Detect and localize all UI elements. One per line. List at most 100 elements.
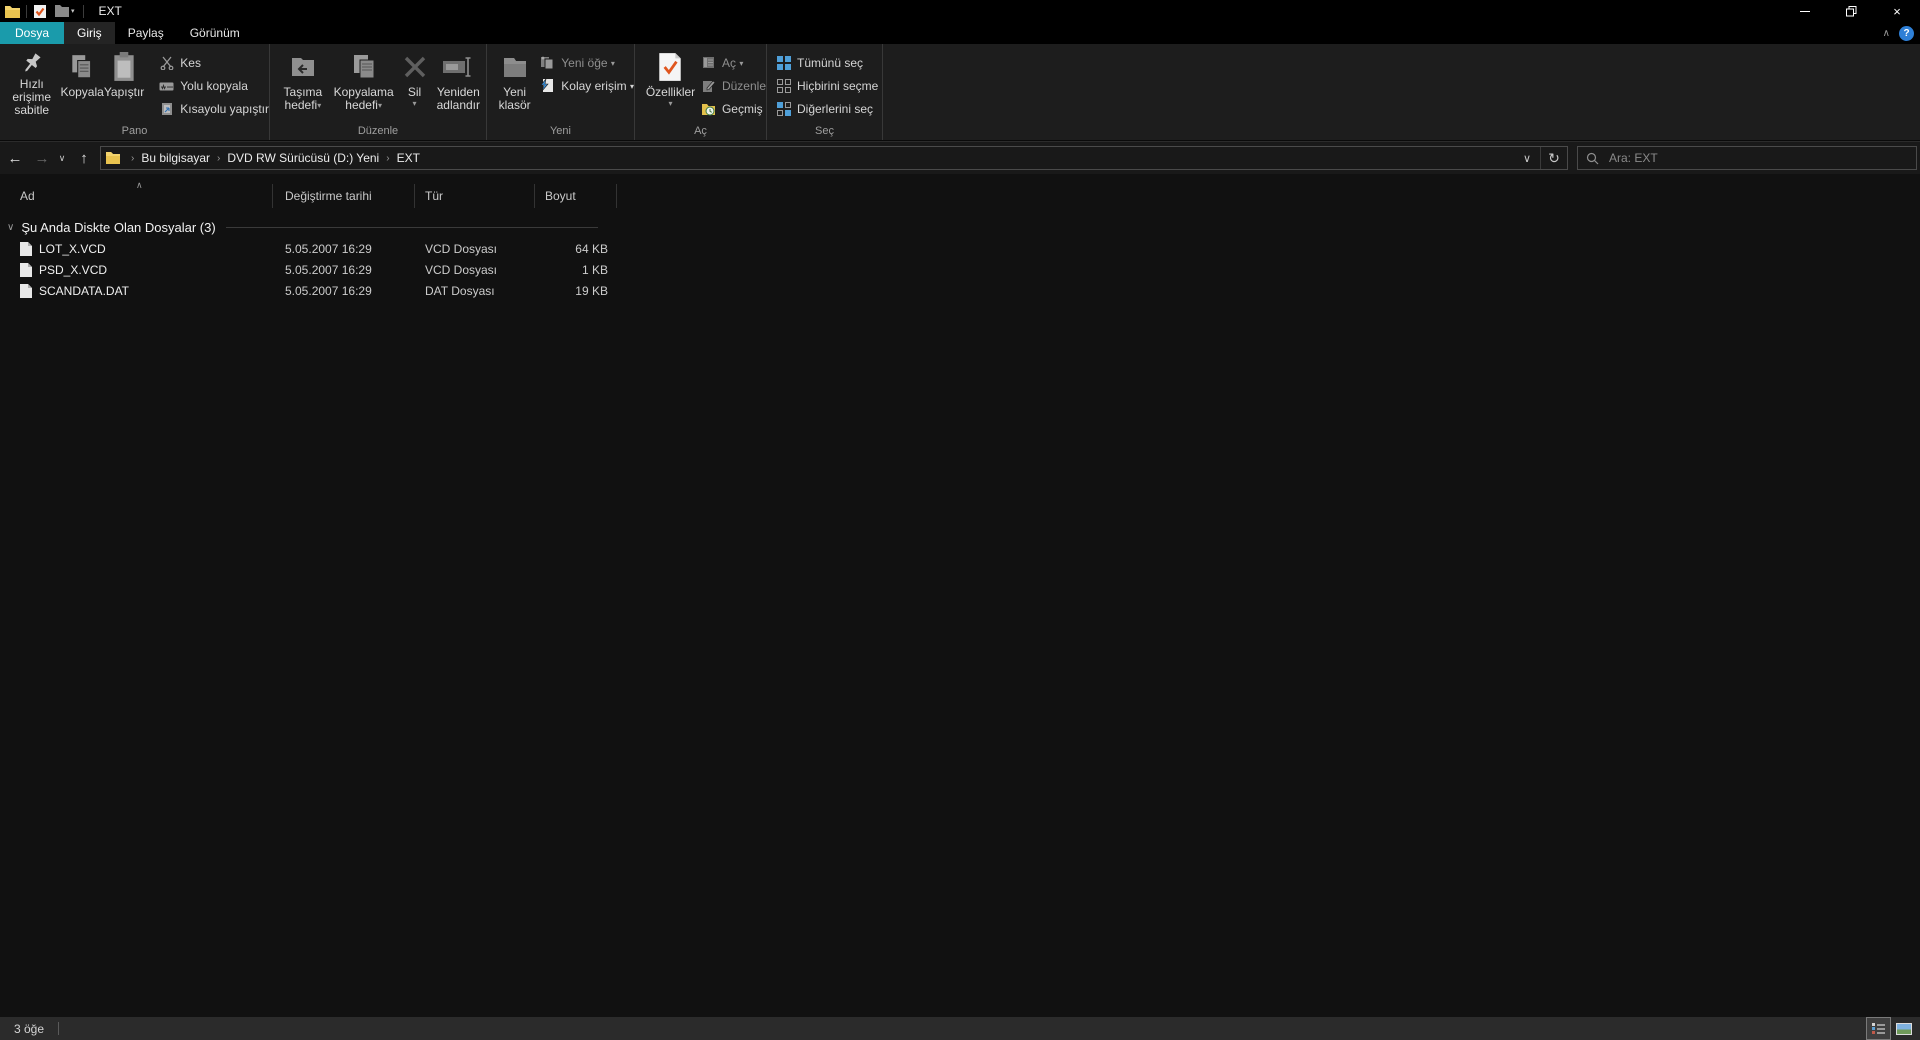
invert-selection-button[interactable]: Diğerlerini seç bbox=[775, 97, 878, 120]
search-input[interactable] bbox=[1609, 151, 1908, 165]
select-none-label: Hiçbirini seçme bbox=[797, 78, 879, 93]
collapse-ribbon-icon[interactable]: ∧ bbox=[1883, 28, 1890, 39]
select-all-label: Tümünü seç bbox=[797, 55, 864, 70]
tab-share[interactable]: Paylaş bbox=[115, 22, 177, 44]
pin-to-quick-access-button[interactable]: Hızlı erişime sabitle bbox=[3, 47, 60, 117]
group-label-clipboard: Pano bbox=[121, 125, 148, 137]
copy-to-caret-icon: ▾ bbox=[377, 101, 382, 111]
history-label: Geçmiş bbox=[721, 101, 763, 116]
paste-shortcut-icon bbox=[158, 102, 175, 116]
select-all-button[interactable]: Tümünü seç bbox=[775, 51, 878, 74]
file-group-header[interactable]: ∨ Şu Anda Diskte Olan Dosyalar (3) bbox=[0, 216, 1920, 238]
delete-icon bbox=[402, 50, 428, 84]
minimize-icon bbox=[1800, 10, 1810, 12]
easy-access-icon bbox=[539, 78, 556, 93]
ribbon-tab-row: Dosya Giriş Paylaş Görünüm ∧ ? bbox=[0, 22, 1920, 44]
new-item-label: Yeni öğe ▾ bbox=[561, 55, 615, 70]
qat-separator-2 bbox=[82, 4, 84, 18]
up-button[interactable]: ↑ bbox=[70, 144, 98, 172]
copy-button[interactable]: Kopyala bbox=[60, 47, 104, 117]
cut-label: Kes bbox=[180, 55, 201, 70]
crumb-separator-icon: › bbox=[217, 152, 221, 164]
pin-label: Hızlı erişime sabitle bbox=[12, 77, 52, 117]
edit-label: Düzenle bbox=[721, 78, 766, 93]
copy-path-icon bbox=[158, 80, 175, 92]
breadcrumb-current-folder[interactable]: EXT bbox=[397, 151, 420, 165]
open-button[interactable]: Aç ▾ bbox=[700, 51, 766, 74]
file-list-area: ∧ Ad Değiştirme tarihi Tür Boyut ∨ Şu An… bbox=[0, 175, 1920, 1017]
status-bar: 3 öğe bbox=[0, 1017, 1920, 1040]
group-label-organize: Düzenle bbox=[357, 125, 399, 137]
move-to-button[interactable]: Taşıma hedefi▾ bbox=[277, 47, 329, 117]
history-button[interactable]: Geçmiş bbox=[700, 97, 766, 120]
address-dropdown-button[interactable]: ∨ bbox=[1514, 147, 1540, 169]
move-to-caret-icon: ▾ bbox=[317, 101, 322, 111]
details-view-button[interactable] bbox=[1866, 1017, 1891, 1040]
properties-caret-icon: ▾ bbox=[668, 99, 673, 108]
file-row[interactable]: SCANDATA.DAT 5.05.2007 16:29 DAT Dosyası… bbox=[0, 280, 1920, 301]
close-button[interactable]: × bbox=[1874, 0, 1920, 22]
qat-customize-caret-icon[interactable]: ▾ bbox=[71, 7, 75, 15]
restore-button[interactable] bbox=[1828, 0, 1874, 22]
file-name: PSD_X.VCD bbox=[39, 262, 108, 277]
group-collapse-icon[interactable]: ∨ bbox=[7, 222, 14, 233]
file-icon bbox=[20, 262, 32, 277]
select-none-button[interactable]: Hiçbirini seçme bbox=[775, 74, 878, 97]
thumbnail-view-button[interactable] bbox=[1891, 1017, 1916, 1040]
file-size: 64 KB bbox=[575, 241, 608, 256]
easy-access-button[interactable]: Kolay erişim ▾ bbox=[539, 74, 634, 97]
paste-label: Yapıştır bbox=[103, 85, 145, 99]
search-box[interactable] bbox=[1577, 146, 1917, 170]
title-bar: ▾ EXT × bbox=[0, 0, 1920, 22]
search-icon bbox=[1586, 152, 1599, 165]
qat-newfolder-icon[interactable] bbox=[55, 5, 69, 17]
delete-button[interactable]: Sil ▾ bbox=[398, 47, 430, 117]
tab-home[interactable]: Giriş bbox=[64, 22, 115, 44]
file-date: 5.05.2007 16:29 bbox=[285, 283, 372, 298]
column-headers: ∧ Ad Değiştirme tarihi Tür Boyut bbox=[0, 180, 1920, 208]
breadcrumb-this-pc[interactable]: Bu bilgisayar bbox=[141, 151, 210, 165]
edit-button[interactable]: Düzenle bbox=[700, 74, 766, 97]
cut-button[interactable]: Kes bbox=[158, 51, 269, 74]
new-item-button[interactable]: Yeni öğe ▾ bbox=[539, 51, 634, 74]
column-header-type[interactable]: Tür bbox=[415, 184, 535, 208]
column-header-date[interactable]: Değiştirme tarihi bbox=[273, 184, 415, 208]
copy-to-button[interactable]: Kopyalama hedefi▾ bbox=[329, 47, 399, 117]
ribbon-group-select: Tümünü seç Hiçbirini seçme Diğerlerini s… bbox=[767, 44, 883, 140]
column-header-size[interactable]: Boyut bbox=[535, 184, 617, 208]
delete-caret-icon: ▾ bbox=[412, 99, 417, 108]
group-label-new: Yeni bbox=[549, 125, 571, 137]
rename-icon bbox=[442, 50, 474, 84]
refresh-button[interactable]: ↻ bbox=[1541, 147, 1567, 169]
up-icon: ↑ bbox=[80, 149, 88, 167]
help-button[interactable]: ? bbox=[1899, 25, 1914, 41]
address-dropdown-icon: ∨ bbox=[1522, 152, 1532, 165]
copy-to-icon bbox=[350, 50, 378, 84]
file-icon bbox=[20, 283, 32, 298]
recent-locations-button[interactable]: ∨ bbox=[54, 144, 70, 172]
new-folder-button[interactable]: Yeni klasör bbox=[495, 47, 534, 117]
file-row[interactable]: PSD_X.VCD 5.05.2007 16:29 VCD Dosyası 1 … bbox=[0, 259, 1920, 280]
copy-icon bbox=[69, 50, 95, 84]
new-item-icon bbox=[539, 55, 556, 70]
tab-view[interactable]: Görünüm bbox=[177, 22, 253, 44]
copy-path-button[interactable]: Yolu kopyala bbox=[158, 74, 269, 97]
rename-button[interactable]: Yeniden adlandır bbox=[431, 47, 486, 117]
address-bar[interactable]: › Bu bilgisayar › DVD RW Sürücüsü (D:) Y… bbox=[100, 146, 1568, 170]
back-button[interactable]: ← bbox=[0, 144, 30, 172]
paste-shortcut-button[interactable]: Kısayolu yapıştır bbox=[158, 97, 269, 120]
copy-to-label: Kopyalama hedefi▾ bbox=[333, 85, 394, 112]
qat-properties-icon[interactable] bbox=[33, 4, 47, 19]
thumbnail-view-icon bbox=[1895, 1022, 1912, 1035]
file-type: DAT Dosyası bbox=[425, 283, 495, 298]
easy-access-caret-icon: ▾ bbox=[629, 81, 634, 91]
tab-file[interactable]: Dosya bbox=[0, 22, 65, 44]
properties-button[interactable]: Özellikler ▾ bbox=[645, 47, 696, 117]
minimize-button[interactable] bbox=[1782, 0, 1828, 22]
forward-button[interactable]: → bbox=[30, 144, 54, 172]
breadcrumb-drive[interactable]: DVD RW Sürücüsü (D:) Yeni bbox=[227, 151, 379, 165]
properties-icon bbox=[657, 50, 683, 84]
status-separator bbox=[58, 1022, 60, 1035]
paste-button[interactable]: Yapıştır bbox=[104, 47, 144, 117]
file-row[interactable]: LOT_X.VCD 5.05.2007 16:29 VCD Dosyası 64… bbox=[0, 238, 1920, 259]
